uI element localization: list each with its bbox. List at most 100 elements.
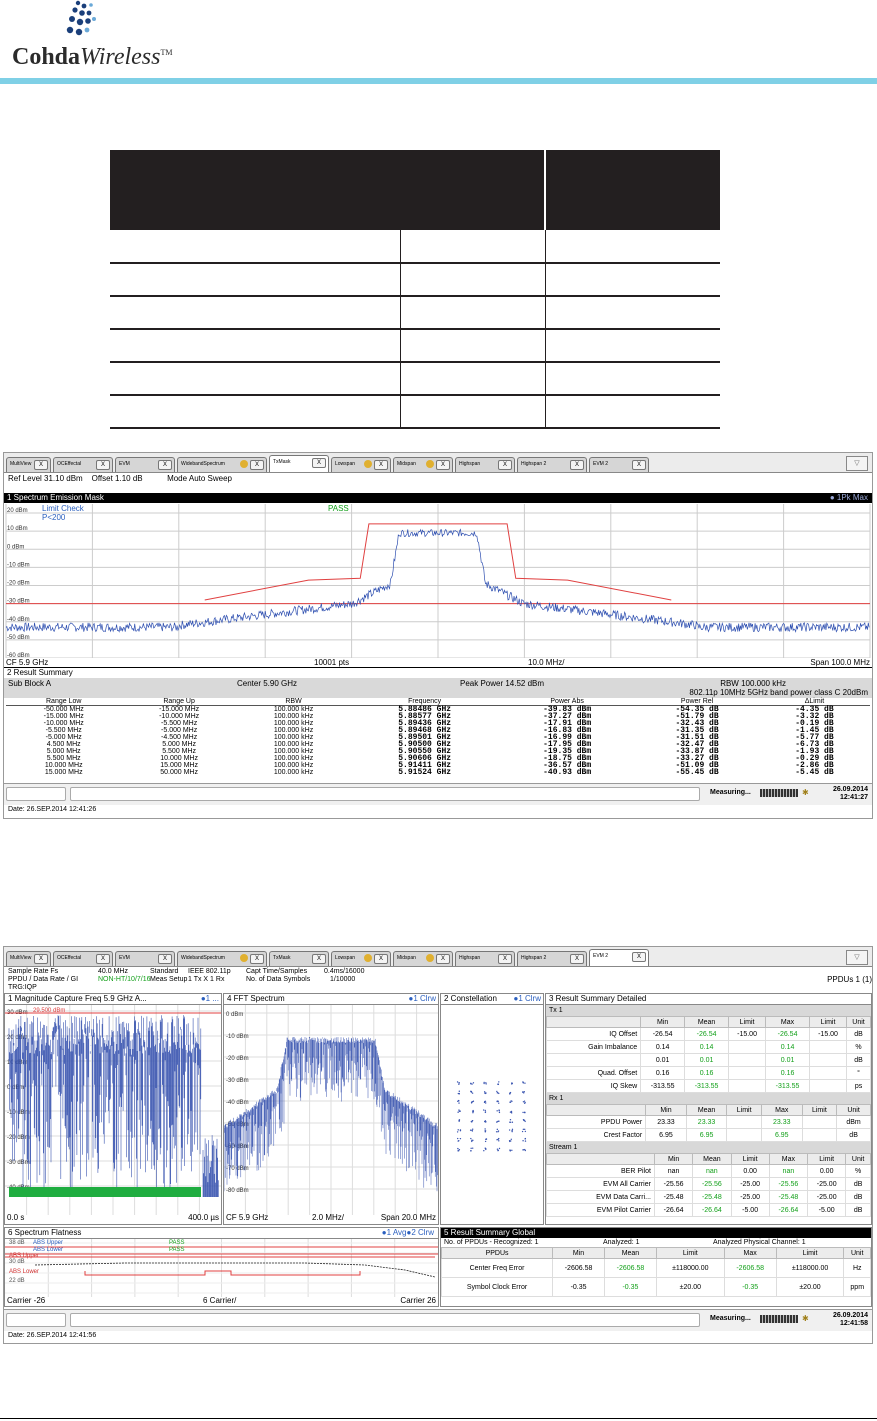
constellation-point	[458, 1102, 460, 1104]
table-cell: -5.000 MHz	[161, 727, 198, 734]
constellation-point	[470, 1102, 473, 1104]
constellation-point	[483, 1082, 485, 1085]
sem-chart: 20 dBm10 dBm0 dBm-10 dBm-20 dBm-30 dBm-4…	[4, 504, 872, 659]
close-tab-icon[interactable]: X	[570, 460, 584, 470]
close-tab-icon[interactable]: X	[374, 954, 388, 964]
table-cell: -5.45 dB	[795, 768, 834, 777]
tab-evm-2[interactable]: EVM 2 X	[589, 949, 649, 966]
table-cell: -25.56	[768, 1177, 809, 1191]
tab-txmask[interactable]: TxMask X	[269, 455, 329, 472]
close-tab-icon[interactable]: X	[498, 954, 512, 964]
constellation-point	[458, 1090, 461, 1092]
y-tick-label: -20 dBm	[7, 581, 30, 587]
tab-txmask[interactable]: TxMask X	[269, 951, 329, 966]
peak-power: Peak Power 14.52 dBm	[460, 679, 545, 688]
close-tab-icon[interactable]: X	[436, 460, 450, 470]
tab-dropdown-button[interactable]: ▽	[846, 950, 868, 965]
table-cell: 5.500 MHz	[46, 755, 81, 762]
table-cell: 100.000 kHz	[273, 769, 314, 776]
tab-lowspan[interactable]: Lowspan X	[331, 457, 391, 472]
constellation-point	[470, 1090, 472, 1093]
table-row: BER Pilot nan nan 0.00 nan 0.00%	[546, 1164, 871, 1178]
tab-highspan-2[interactable]: Highspan 2 X	[517, 951, 587, 966]
close-tab-icon[interactable]: X	[250, 954, 264, 964]
close-tab-icon[interactable]: X	[158, 460, 172, 470]
close-tab-icon[interactable]: X	[570, 954, 584, 964]
tab-evm[interactable]: EVM X	[115, 457, 175, 472]
constellation-chart	[456, 1081, 527, 1152]
column-header: Limit	[726, 1104, 762, 1116]
close-tab-icon[interactable]: X	[498, 460, 512, 470]
tab-oceffectal[interactable]: OCEffectal X	[53, 951, 113, 966]
table-cell: -15.00	[728, 1027, 767, 1041]
constellation-point	[485, 1083, 487, 1085]
table-cell: nan	[653, 1164, 694, 1178]
table-cell	[728, 1053, 767, 1067]
tab-widebandspectrum[interactable]: WidebandSpectrum X	[177, 457, 267, 472]
table-cell: -313.55	[765, 1079, 811, 1093]
tab-evm-2[interactable]: EVM 2 X	[589, 457, 649, 472]
column-header: Limit	[655, 1247, 725, 1259]
constellation-point	[458, 1140, 460, 1142]
status-field	[6, 787, 66, 801]
tab-highspan-2[interactable]: Highspan 2 X	[517, 457, 587, 472]
constellation-point	[484, 1130, 486, 1132]
date-time: 26.09.2014 12:41:58	[832, 1312, 868, 1327]
close-tab-icon[interactable]: X	[250, 460, 264, 470]
sweep-points: 10001 pts	[314, 658, 350, 667]
close-tab-icon[interactable]: X	[34, 954, 48, 964]
table-cell: -0.35	[552, 1277, 605, 1297]
tab-lowspan[interactable]: Lowspan X	[331, 951, 391, 966]
tab-highspan[interactable]: Highspan X	[455, 951, 515, 966]
constellation-point	[457, 1111, 459, 1113]
logo-wordmark: CohdaWirelessTM	[12, 44, 173, 70]
close-tab-icon[interactable]: X	[34, 460, 48, 470]
marker-value: 29.500 dBm	[33, 1008, 65, 1014]
screenshot-date-caption: Date: 26.SEP.2014 12:41:56	[8, 1332, 97, 1339]
tab-multiview[interactable]: MultiView X	[6, 457, 51, 472]
column-header: Mean	[604, 1247, 657, 1259]
tab-dropdown-button[interactable]: ▽	[846, 456, 868, 471]
constellation-point	[510, 1138, 512, 1140]
constellation-point	[471, 1129, 473, 1131]
table-cell: 50.000 MHz	[160, 769, 198, 776]
tab-highspan[interactable]: Highspan X	[455, 457, 515, 472]
table-cell: -25.00	[807, 1177, 847, 1191]
close-tab-icon[interactable]: X	[96, 460, 110, 470]
screenshot-date-caption: Date: 26.SEP.2014 12:41:26	[8, 806, 97, 813]
table-cell: 100.000 kHz	[273, 720, 314, 727]
pass-label: PASS	[169, 1240, 185, 1246]
y-tick: 38 dB	[9, 1240, 25, 1246]
close-tab-icon[interactable]: X	[632, 460, 646, 470]
y-tick: 22 dB	[9, 1278, 25, 1284]
table-cell: -25.00	[730, 1177, 770, 1191]
constellation-point	[497, 1130, 500, 1132]
table-cell: Center Freq Error	[441, 1258, 554, 1278]
tab-oceffectal[interactable]: OCEffectal X	[53, 457, 113, 472]
close-tab-icon[interactable]: X	[312, 458, 326, 468]
table-cell: 100.000 kHz	[273, 748, 314, 755]
tab-multiview[interactable]: MultiView X	[6, 951, 51, 966]
close-tab-icon[interactable]: X	[436, 954, 450, 964]
close-tab-icon[interactable]: X	[96, 954, 110, 964]
tab-evm[interactable]: EVM X	[115, 951, 175, 966]
tab-widebandspectrum[interactable]: WidebandSpectrum X	[177, 951, 267, 966]
close-tab-icon[interactable]: X	[312, 954, 326, 964]
constellation-point	[496, 1092, 499, 1094]
table-row: EVM Data Carri... -25.48 -25.48 -25.00 -25.4…	[546, 1190, 871, 1204]
sub-block-center: Center 5.90 GHz	[237, 679, 298, 688]
close-tab-icon[interactable]: X	[158, 954, 172, 964]
table-cell: -0.35	[723, 1277, 777, 1297]
close-tab-icon[interactable]: X	[374, 460, 388, 470]
constellation-point	[524, 1148, 526, 1151]
constellation-point	[457, 1100, 459, 1102]
table-cell: -26.64	[653, 1203, 694, 1217]
table-cell: 10.000 MHz	[160, 755, 198, 762]
table-cell: Crest Factor	[546, 1128, 647, 1142]
close-tab-icon[interactable]: X	[632, 952, 646, 962]
tab-midspan[interactable]: Midspan X	[393, 457, 453, 472]
table-cell: 5.000 MHz	[46, 748, 81, 755]
constellation-panel: 2 Constellation ●1 Clrw	[440, 993, 544, 1225]
tab-midspan[interactable]: Midspan X	[393, 951, 453, 966]
table-cell: -26.54	[765, 1027, 811, 1041]
